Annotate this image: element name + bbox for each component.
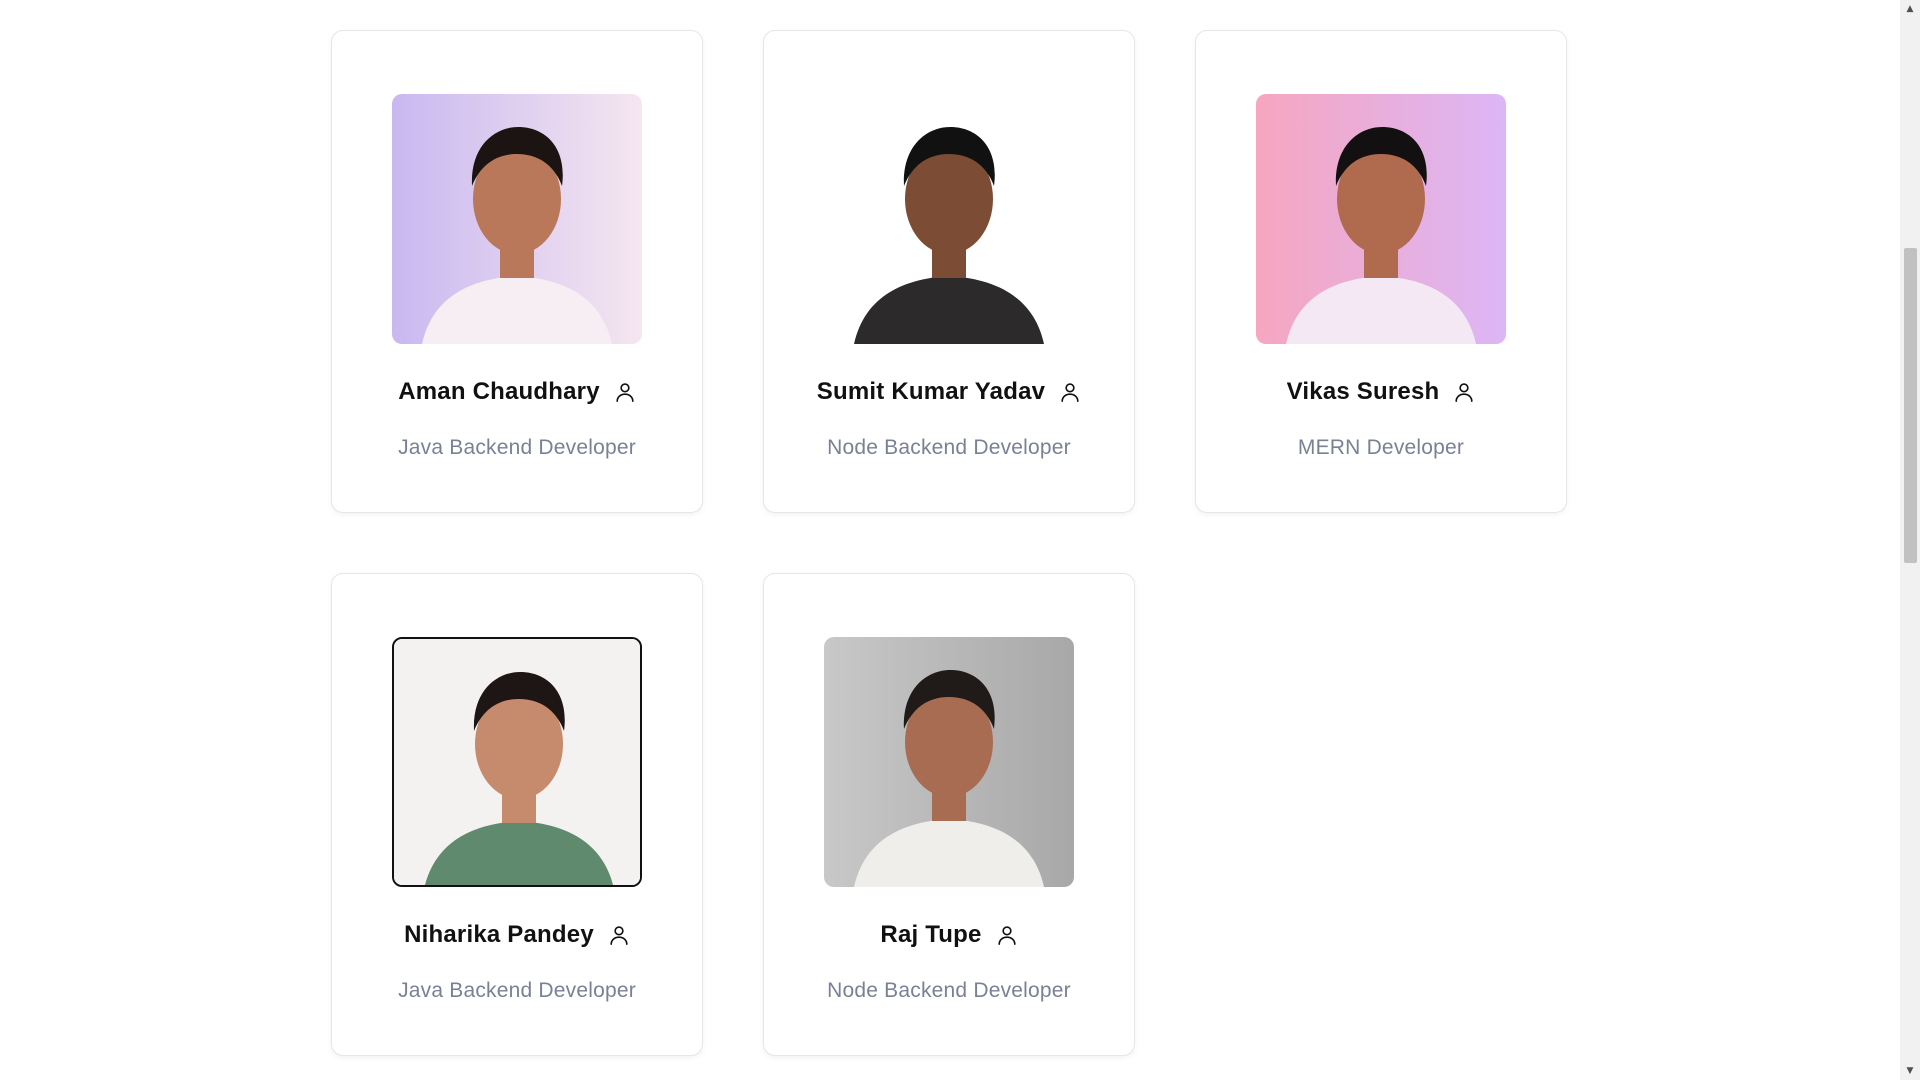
member-name: Sumit Kumar Yadav: [816, 378, 1046, 405]
team-card[interactable]: Raj Tupe Node Backend Developer: [763, 573, 1135, 1056]
vertical-scrollbar[interactable]: ▲ ▼: [1900, 0, 1920, 1080]
page-viewport: Aman Chaudhary Java Backend Developer Su…: [0, 0, 1920, 1080]
user-icon[interactable]: [996, 924, 1018, 946]
user-icon[interactable]: [1059, 381, 1081, 403]
user-icon[interactable]: [1453, 381, 1475, 403]
scrollbar-thumb[interactable]: [1904, 248, 1917, 563]
member-role: Java Backend Developer: [398, 979, 636, 1002]
member-photo: [1256, 94, 1506, 344]
member-name: Aman Chaudhary: [398, 378, 600, 405]
member-name-row: Niharika Pandey: [404, 921, 630, 949]
member-name: Raj Tupe: [880, 921, 982, 948]
team-card[interactable]: Aman Chaudhary Java Backend Developer: [331, 30, 703, 513]
member-role: MERN Developer: [1297, 436, 1465, 459]
user-icon[interactable]: [614, 381, 636, 403]
scroll-down-arrow-icon[interactable]: ▼: [1900, 1062, 1920, 1080]
member-name-row: Sumit Kumar Yadav: [817, 378, 1081, 406]
team-card[interactable]: Vikas Suresh MERN Developer: [1195, 30, 1567, 513]
member-name-row: Aman Chaudhary: [398, 378, 636, 406]
member-role: Node Backend Developer: [827, 979, 1071, 1002]
scroll-up-arrow-icon[interactable]: ▲: [1900, 0, 1920, 18]
member-name: Niharika Pandey: [404, 921, 594, 948]
user-icon[interactable]: [608, 924, 630, 946]
member-role: Java Backend Developer: [398, 436, 636, 459]
member-name-row: Raj Tupe: [880, 921, 1017, 949]
member-photo: [392, 94, 642, 344]
member-name-row: Vikas Suresh: [1287, 378, 1476, 406]
team-card[interactable]: Sumit Kumar Yadav Node Backend Developer: [763, 30, 1135, 513]
member-role: Node Backend Developer: [827, 436, 1071, 459]
member-photo: [392, 637, 642, 887]
team-grid: Aman Chaudhary Java Backend Developer Su…: [331, 30, 1571, 1056]
team-card[interactable]: Niharika Pandey Java Backend Developer: [331, 573, 703, 1056]
member-name: Vikas Suresh: [1286, 378, 1440, 405]
member-photo: [824, 637, 1074, 887]
member-photo: [824, 94, 1074, 344]
